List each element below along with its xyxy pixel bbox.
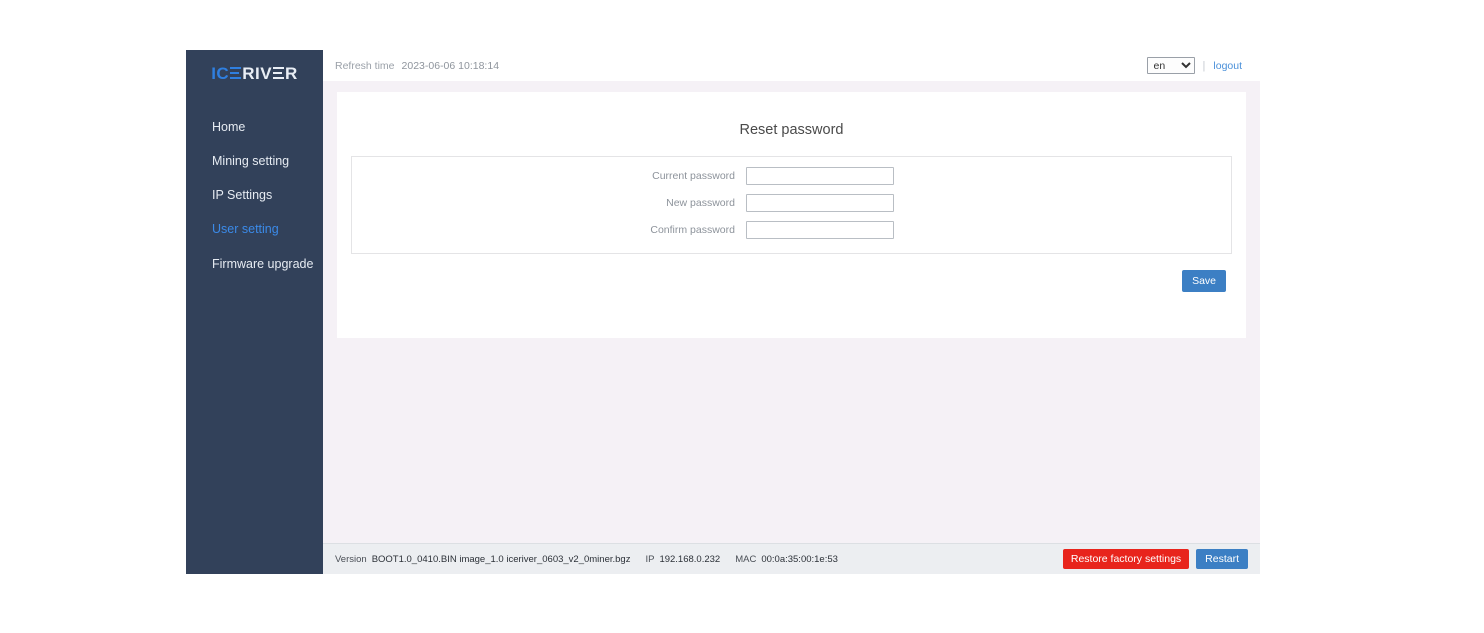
footer-bar: Version BOOT1.0_0410.BIN image_1.0 iceri… [323,543,1260,574]
brand-logo-rend: R [285,65,298,82]
sidebar-item-mining-setting[interactable]: Mining setting [186,144,323,178]
form-row-confirm-password: Confirm password [352,220,1231,240]
refresh-time-value: 2023-06-06 10:18:14 [402,60,500,72]
brand-logo-e-icon [230,67,241,79]
page-title: Reset password [351,122,1232,138]
brand-logo-r: R [242,65,255,82]
sidebar-item-home[interactable]: Home [186,110,323,144]
form-row-current-password: Current password [352,166,1231,186]
card-actions: Save [1182,270,1226,293]
brand-logo-e2-icon [273,67,284,79]
current-password-input[interactable] [746,167,894,185]
current-password-label: Current password [352,166,746,186]
new-password-label: New password [352,193,746,213]
new-password-input[interactable] [746,194,894,212]
sidebar-item-user-setting[interactable]: User setting [186,212,323,246]
logout-link[interactable]: logout [1213,60,1242,72]
sidebar-nav: Home Mining setting IP Settings User set… [186,110,323,281]
brand-logo-text: ICRIVR [211,65,298,82]
footer-actions: Restore factory settings Restart [1063,549,1248,570]
language-select[interactable]: en [1147,57,1195,74]
top-bar-right: en | logout [1147,57,1242,74]
brand-logo: ICRIVR [186,50,323,92]
content-area: Reset password Current password New pass… [323,81,1260,543]
sidebar: ICRIVR Home Mining setting IP Settings U… [186,50,323,574]
top-bar: Refresh time 2023-06-06 10:18:14 en | lo… [323,50,1260,81]
form-row-new-password: New password [352,193,1231,213]
footer-info: Version BOOT1.0_0410.BIN image_1.0 iceri… [335,554,838,565]
restore-factory-settings-button[interactable]: Restore factory settings [1063,549,1189,570]
confirm-password-label: Confirm password [352,220,746,240]
ip-label: IP [645,554,654,565]
sidebar-item-firmware-upgrade[interactable]: Firmware upgrade [186,247,323,281]
app-window: ICRIVR Home Mining setting IP Settings U… [186,50,1260,574]
reset-password-card: Reset password Current password New pass… [337,92,1246,338]
ip-value: 192.168.0.232 [659,554,720,565]
mac-value: 00:0a:35:00:1e:53 [761,554,838,565]
brand-logo-ice: IC [211,65,229,82]
save-button[interactable]: Save [1182,270,1226,293]
version-value: BOOT1.0_0410.BIN image_1.0 iceriver_0603… [372,554,631,565]
topbar-separator: | [1203,60,1206,72]
mac-label: MAC [735,554,756,565]
brand-logo-iv: IV [255,65,272,82]
refresh-time-label: Refresh time [335,60,395,72]
confirm-password-input[interactable] [746,221,894,239]
restart-button[interactable]: Restart [1196,549,1248,570]
password-fieldset: Current password New password Confirm pa… [351,156,1232,254]
sidebar-item-ip-settings[interactable]: IP Settings [186,178,323,212]
version-label: Version [335,554,367,565]
